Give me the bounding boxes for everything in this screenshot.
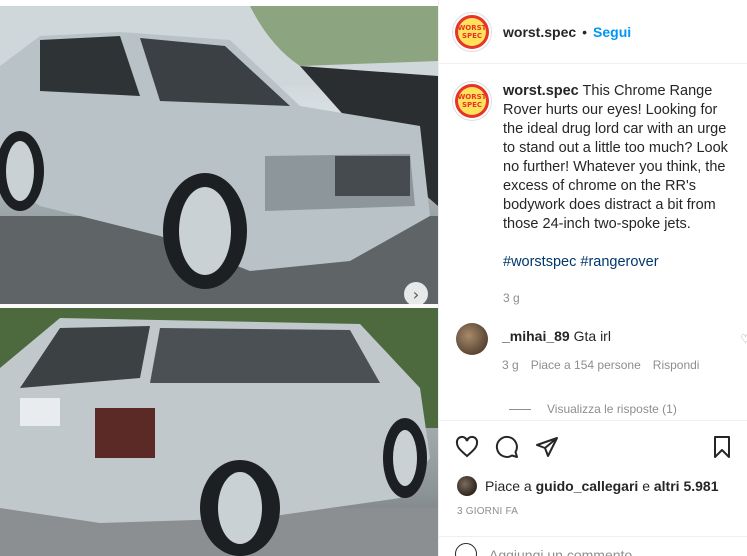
caption-author-avatar[interactable]: WORST SPEC xyxy=(453,82,491,120)
comment-line: _mihai_89 Gta irl xyxy=(502,328,699,344)
post-actions xyxy=(439,420,747,472)
comment-likes[interactable]: Piace a 154 persone xyxy=(531,358,641,372)
logo-text-line1: WORST xyxy=(457,93,487,101)
car-photo-rear xyxy=(0,308,438,556)
comment-meta: 3 g Piace a 154 persone Rispondi xyxy=(502,358,699,372)
hashtag-rangerover[interactable]: #rangerover xyxy=(580,254,658,270)
car-photo-front xyxy=(0,6,438,306)
paper-plane-icon[interactable] xyxy=(535,435,559,459)
post-media[interactable]: › xyxy=(0,0,438,556)
comment-heart-icon[interactable]: ♡ xyxy=(740,332,747,346)
post-date: 3 GIORNI FA xyxy=(457,506,519,517)
caption-time: 3 g xyxy=(503,291,520,305)
bookmark-icon[interactable] xyxy=(710,435,734,459)
comment-text: Gta irl xyxy=(573,328,611,344)
liker-username[interactable]: guido_callegari xyxy=(536,478,639,494)
worst-spec-logo: WORST SPEC xyxy=(458,87,486,115)
view-replies[interactable]: Visualizza le risposte (1) xyxy=(439,372,747,416)
likes-prefix: Piace a xyxy=(485,478,532,494)
caption-username[interactable]: worst.spec xyxy=(503,83,579,99)
heart-icon[interactable] xyxy=(455,435,479,459)
car-front-illustration xyxy=(0,6,438,306)
comment-body: _mihai_89 Gta irl 3 g Piace a 154 person… xyxy=(502,323,699,372)
add-comment-bar[interactable]: Aggiungi un commento... xyxy=(439,536,747,556)
caption-body: worst.spec This Chrome Range Rover hurts… xyxy=(503,82,735,308)
follow-button[interactable]: Segui xyxy=(593,24,631,40)
next-image-button[interactable]: › xyxy=(404,282,428,306)
post-caption: WORST SPEC worst.spec This Chrome Range … xyxy=(439,64,747,308)
author-username[interactable]: worst.spec xyxy=(503,24,576,40)
comment-icon[interactable] xyxy=(495,435,519,459)
car-rear-illustration xyxy=(0,308,438,556)
post-header: WORST SPEC worst.spec • Segui xyxy=(439,0,747,64)
replies-divider xyxy=(509,408,531,410)
emoji-icon[interactable] xyxy=(455,543,477,556)
logo-text-line2: SPEC xyxy=(461,31,483,40)
logo-text-line2: SPEC xyxy=(461,101,483,109)
comment-item: _mihai_89 Gta irl 3 g Piace a 154 person… xyxy=(439,308,747,372)
reply-button[interactable]: Rispondi xyxy=(653,358,700,372)
separator-dot: • xyxy=(582,23,588,40)
commenter-avatar[interactable] xyxy=(456,323,488,355)
hashtag-worstspec[interactable]: #worstspec xyxy=(503,254,576,270)
commenter-username[interactable]: _mihai_89 xyxy=(502,328,570,344)
likes-summary: Piace a guido_callegari e altri 5.981 xyxy=(457,476,718,496)
worst-spec-logo: WORST SPEC xyxy=(457,17,487,46)
post-sidebar: WORST SPEC worst.spec • Segui WORST SPEC… xyxy=(438,0,747,556)
caption-text: This Chrome Range Rover hurts our eyes! … xyxy=(503,83,728,232)
view-replies-label: Visualizza le risposte (1) xyxy=(547,402,677,416)
author-avatar[interactable]: WORST SPEC xyxy=(453,12,491,51)
caption-hashtags: #worstspec #rangerover xyxy=(503,253,735,272)
add-comment-input[interactable]: Aggiungi un commento... xyxy=(489,547,644,556)
likes-connector: e xyxy=(642,478,650,494)
likes-others[interactable]: altri 5.981 xyxy=(654,478,719,494)
logo-text-line1: WORST xyxy=(457,23,487,32)
comment-time: 3 g xyxy=(502,358,519,372)
liker-avatar[interactable] xyxy=(457,476,477,496)
